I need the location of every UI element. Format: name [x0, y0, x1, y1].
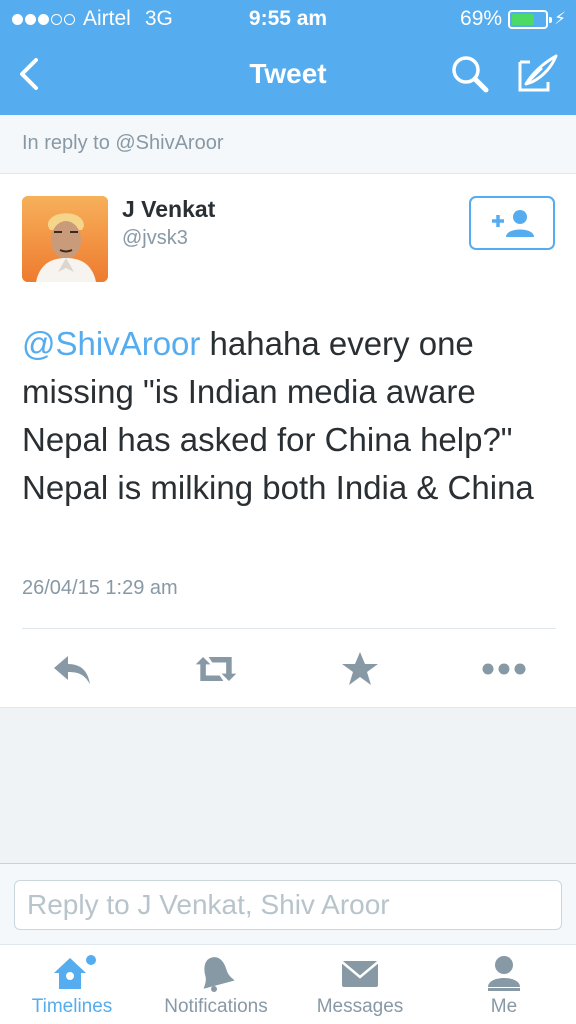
- tweet-timestamp: 26/04/15 1:29 am: [22, 577, 178, 599]
- tab-notifications[interactable]: Notifications: [144, 945, 288, 1024]
- compose-button[interactable]: [514, 52, 560, 96]
- star-icon: [342, 652, 378, 685]
- bell-icon: [203, 957, 235, 992]
- avatar-image: [22, 196, 108, 282]
- tab-label: Messages: [316, 996, 404, 1017]
- user-handle[interactable]: @jvsk3: [122, 227, 188, 250]
- tweet-actions: [0, 629, 576, 708]
- tab-timelines[interactable]: Timelines: [0, 945, 144, 1024]
- tweet-card: J Venkat @jvsk3 @ShivAroor hahaha every …: [0, 174, 576, 708]
- in-reply-label: In reply to @ShivAroor: [22, 132, 224, 154]
- person-icon: [488, 956, 520, 991]
- header: Airtel 3G 9:55 am 69% ⚡ Tweet: [0, 0, 576, 115]
- envelope-icon: [341, 961, 379, 987]
- status-right: 69% ⚡: [460, 7, 566, 31]
- compose-icon: [518, 54, 558, 92]
- mention-link[interactable]: @ShivAroor: [22, 325, 200, 362]
- more-button[interactable]: [480, 649, 528, 689]
- retweet-icon: [195, 657, 237, 681]
- tab-label: Me: [490, 996, 518, 1017]
- retweet-button[interactable]: [192, 649, 240, 689]
- battery-percent: 69%: [460, 7, 503, 30]
- avatar[interactable]: [22, 196, 108, 282]
- add-user-icon: [492, 210, 534, 237]
- nav-bar: Tweet: [0, 38, 576, 115]
- tab-me[interactable]: Me: [432, 945, 576, 1024]
- user-name[interactable]: J Venkat: [122, 196, 215, 223]
- charging-icon: ⚡: [554, 9, 566, 28]
- favorite-button[interactable]: [336, 649, 384, 689]
- reply-icon: [54, 656, 90, 684]
- tab-messages[interactable]: Messages: [288, 945, 432, 1024]
- reply-button[interactable]: [48, 649, 96, 689]
- reply-input[interactable]: [14, 880, 562, 930]
- tab-label: Timelines: [31, 996, 113, 1017]
- status-bar: Airtel 3G 9:55 am 69% ⚡: [0, 0, 576, 38]
- reply-bar: [0, 863, 576, 944]
- more-icon: [482, 663, 526, 675]
- in-reply-bar[interactable]: In reply to @ShivAroor: [0, 115, 576, 174]
- tab-label: Notifications: [164, 996, 268, 1017]
- search-icon: [452, 56, 489, 93]
- tab-bar: Timelines Notifications Messages Me: [0, 944, 576, 1024]
- battery-icon: [508, 9, 553, 29]
- tweet-text: @ShivAroor hahaha every one missing "is …: [22, 320, 562, 512]
- follow-button[interactable]: [469, 196, 555, 250]
- search-button[interactable]: [448, 52, 492, 96]
- home-icon: [54, 955, 96, 989]
